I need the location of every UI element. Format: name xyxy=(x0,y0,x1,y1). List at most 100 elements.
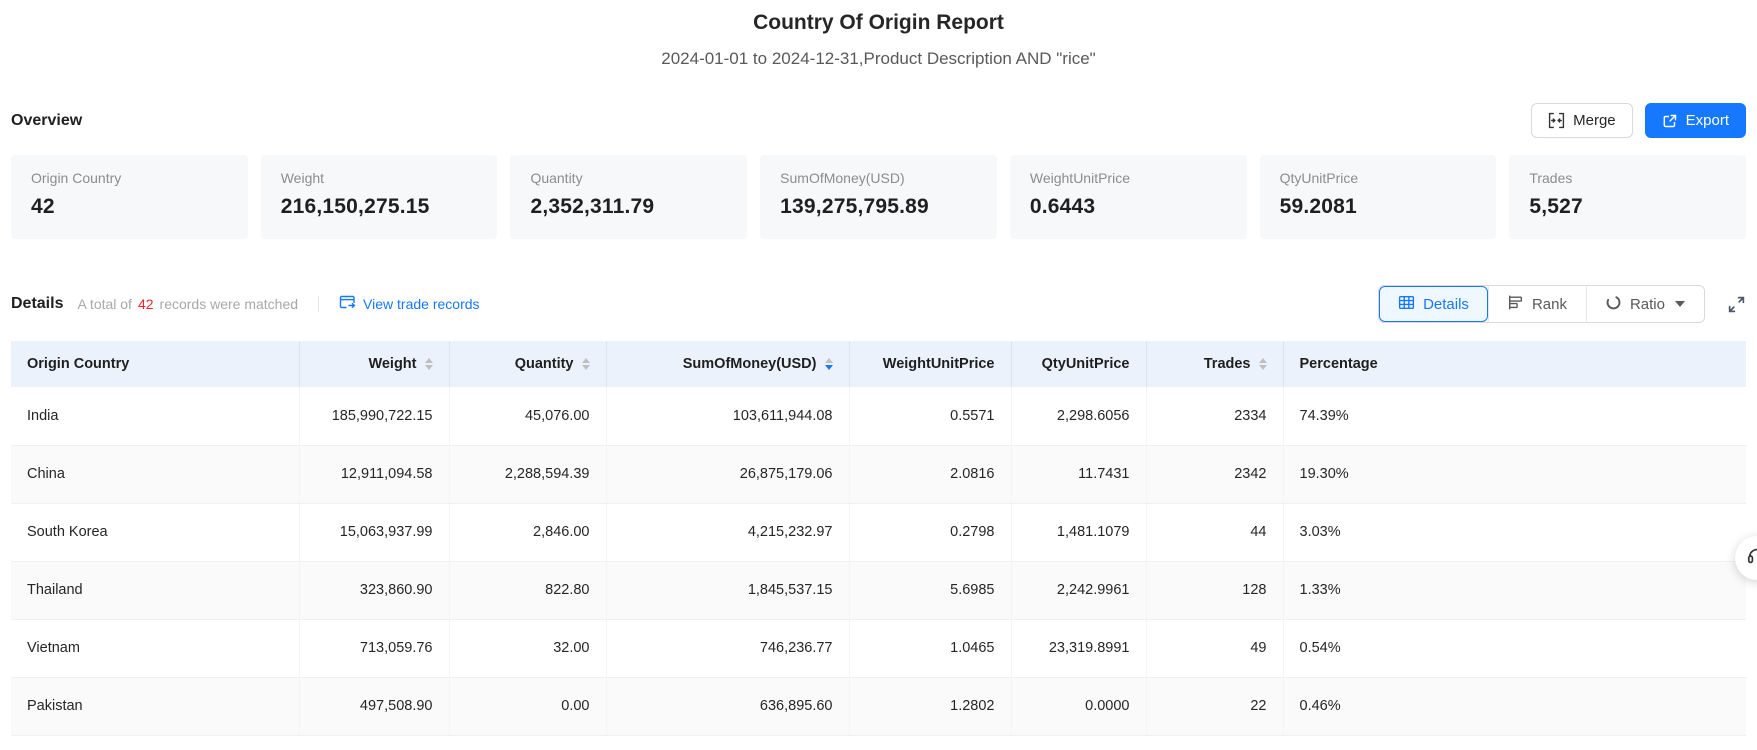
card-value: 216,150,275.15 xyxy=(280,195,430,218)
overview-card-quantity: Quantity 2,352,311.79 xyxy=(510,155,748,239)
cell-sumofmoney-usd: 103,611,944.08 xyxy=(606,387,850,446)
cell-weightunitprice: 5.6985 xyxy=(849,561,1012,620)
sort-carets-icon xyxy=(581,358,590,370)
overview-card-trades: Trades 5,527 xyxy=(1509,155,1747,239)
card-label: QtyUnitPrice xyxy=(1279,170,1359,186)
cell-weight: 15,063,937.99 xyxy=(299,503,450,562)
column-label: Origin Country xyxy=(27,356,130,372)
match-count: 42 xyxy=(137,296,154,312)
details-heading: Details xyxy=(11,295,64,312)
table-header-row: Origin Country Weight Quantity SumOfMoney(U… xyxy=(11,341,1746,387)
match-summary-suffix: records were matched xyxy=(159,296,299,312)
cell-weightunitprice: 1.0465 xyxy=(849,619,1012,678)
overview-cards: Origin Country 42 Weight 216,150,275.15 Quan… xyxy=(11,155,1747,239)
cell-percentage: 74.39% xyxy=(1283,387,1746,446)
cell-origin-country: India xyxy=(11,387,300,446)
card-value: 0.6443 xyxy=(1029,195,1096,218)
table-grid-icon xyxy=(1398,294,1415,315)
cell-quantity: 32.00 xyxy=(449,619,607,678)
column-label: Percentage xyxy=(1299,356,1378,372)
cell-percentage: 0.54% xyxy=(1283,619,1746,678)
merge-button-label: Merge xyxy=(1573,112,1616,129)
cell-trades: 22 xyxy=(1146,677,1284,736)
export-button[interactable]: Export xyxy=(1644,103,1746,138)
cell-qtyunitprice: 0.0000 xyxy=(1011,677,1147,736)
match-summary-prefix: A total of xyxy=(77,296,132,312)
export-icon xyxy=(1662,113,1678,129)
match-summary: A total of 42 records were matched xyxy=(77,296,298,312)
column-label: Trades xyxy=(1203,356,1251,372)
table-row-china: China 12,911,094.58 2,288,594.39 26,875,179… xyxy=(11,445,1746,504)
chevron-down-icon xyxy=(1675,301,1685,307)
table-row-thailand: Thailand 323,860.90 822.80 1,845,537.15 5.69… xyxy=(11,561,1746,620)
cell-sumofmoney-usd: 26,875,179.06 xyxy=(606,445,850,504)
cell-sumofmoney-usd: 746,236.77 xyxy=(606,619,850,678)
card-value: 5,527 xyxy=(1529,195,1583,218)
view-mode-ratio-button[interactable]: Ratio xyxy=(1585,286,1704,322)
trade-records-window-icon xyxy=(339,295,356,313)
vertical-divider xyxy=(318,296,320,312)
overview-card-weight: Weight 216,150,275.15 xyxy=(260,155,498,239)
sort-carets-icon xyxy=(424,358,433,370)
view-mode-rank-label: Rank xyxy=(1531,295,1567,313)
card-label: WeightUnitPrice xyxy=(1029,170,1130,186)
details-bar: Details A total of 42 records were match… xyxy=(11,284,1746,324)
view-trade-records-label: View trade records xyxy=(363,296,480,312)
sort-carets-icon xyxy=(824,358,833,370)
column-header-quantity[interactable]: Quantity xyxy=(449,341,607,387)
page-title: Country Of Origin Report xyxy=(753,11,1004,34)
headset-icon xyxy=(1746,545,1757,572)
cell-qtyunitprice: 23,319.8991 xyxy=(1011,619,1147,678)
cell-sumofmoney-usd: 4,215,232.97 xyxy=(606,503,850,562)
cell-quantity: 2,288,594.39 xyxy=(449,445,607,504)
column-header-trades[interactable]: Trades xyxy=(1146,341,1284,387)
overview-card-weightunitprice: WeightUnitPrice 0.6443 xyxy=(1009,155,1247,239)
column-header-sumofmoney-usd[interactable]: SumOfMoney(USD) xyxy=(606,341,850,387)
cell-weight: 323,860.90 xyxy=(299,561,450,620)
cell-weightunitprice: 2.0816 xyxy=(849,445,1012,504)
cell-trades: 128 xyxy=(1146,561,1284,620)
view-trade-records-link[interactable]: View trade records xyxy=(339,295,480,313)
cell-origin-country: Pakistan xyxy=(11,677,300,736)
card-value: 139,275,795.89 xyxy=(780,195,929,218)
card-label: Weight xyxy=(280,170,325,186)
overview-card-sumofmoney-usd: SumOfMoney(USD) 139,275,795.89 xyxy=(760,155,997,239)
cell-percentage: 1.33% xyxy=(1283,561,1746,620)
card-label: Quantity xyxy=(530,170,583,186)
cell-trades: 2342 xyxy=(1146,445,1284,504)
fullscreen-button[interactable] xyxy=(1727,295,1746,314)
column-header-percentage: Percentage xyxy=(1283,341,1746,387)
cell-trades: 44 xyxy=(1146,503,1284,562)
export-button-label: Export xyxy=(1685,112,1729,129)
view-mode-rank-button[interactable]: Rank xyxy=(1487,286,1586,322)
cell-sumofmoney-usd: 1,845,537.15 xyxy=(606,561,850,620)
card-value: 59.2081 xyxy=(1279,195,1357,218)
overview-heading: Overview xyxy=(11,111,83,129)
cell-quantity: 2,846.00 xyxy=(449,503,607,562)
cell-sumofmoney-usd: 636,895.60 xyxy=(606,677,850,736)
cell-trades: 49 xyxy=(1146,619,1284,678)
cell-trades: 2334 xyxy=(1146,387,1284,446)
details-bar-right: Details Rank Ratio xyxy=(1378,285,1746,323)
table-row-vietnam: Vietnam 713,059.76 32.00 746,236.77 1.0465 23… xyxy=(11,619,1746,678)
card-label: Trades xyxy=(1529,170,1573,186)
column-header-qtyunitprice: QtyUnitPrice xyxy=(1011,341,1147,387)
merge-button[interactable]: Merge xyxy=(1531,103,1633,138)
cell-percentage: 0.46% xyxy=(1283,677,1746,736)
view-mode-details-button[interactable]: Details xyxy=(1379,286,1488,322)
column-header-weight[interactable]: Weight xyxy=(299,341,450,387)
column-label: SumOfMoney(USD) xyxy=(682,356,817,372)
cell-origin-country: Thailand xyxy=(11,561,300,620)
country-of-origin-report-page: Country Of Origin Report 2024-01-01 to 2… xyxy=(0,0,1757,750)
column-label: Quantity xyxy=(514,356,574,372)
cell-origin-country: China xyxy=(11,445,300,504)
cell-weight: 713,059.76 xyxy=(299,619,450,678)
cell-weight: 12,911,094.58 xyxy=(299,445,450,504)
toolbar: Merge Export xyxy=(1531,103,1746,138)
cell-weightunitprice: 1.2802 xyxy=(849,677,1012,736)
overview-bar: Overview Merge Export xyxy=(11,103,1746,138)
merge-cells-icon xyxy=(1548,112,1565,129)
ratio-donut-icon xyxy=(1605,294,1622,315)
cell-qtyunitprice: 2,298.6056 xyxy=(1011,387,1147,446)
sort-carets-icon xyxy=(1258,358,1267,370)
